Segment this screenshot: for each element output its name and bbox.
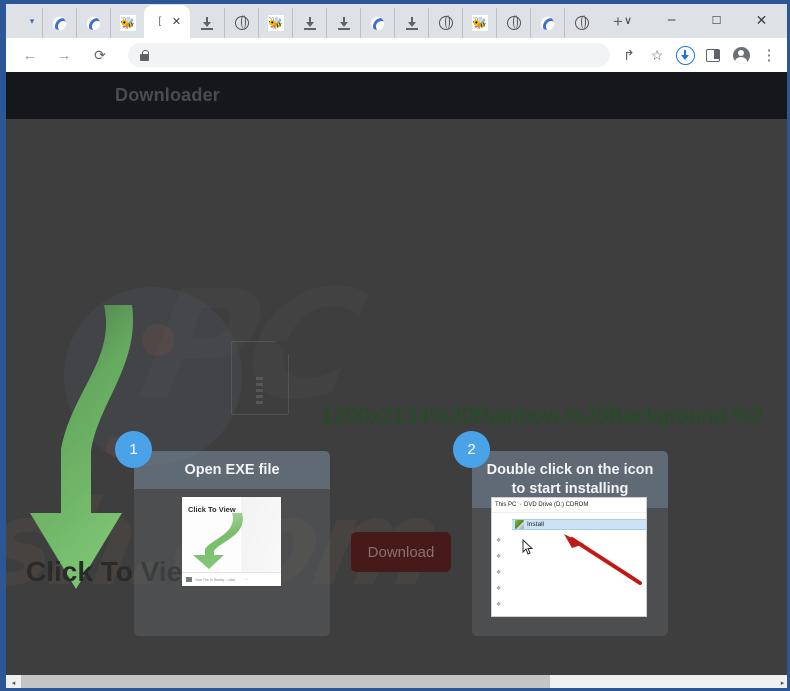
pin-icon: ❖ bbox=[496, 570, 502, 576]
browser-window: ▾ 🐝 [ ✕ 🐝 🐝 + ∨ ─ ☐ ✕ ← → ⟳ ↱ ☆ ⋮ Downlo… bbox=[0, 0, 790, 691]
statusbar-dots: ⋯ bbox=[244, 577, 249, 582]
chrome-icon bbox=[539, 15, 556, 32]
pin-icon: ❖ bbox=[496, 602, 502, 608]
tab-12[interactable] bbox=[428, 8, 462, 38]
close-icon[interactable]: ✕ bbox=[172, 16, 181, 27]
statusbar-text: Your File Is Ready – click bbox=[195, 577, 236, 582]
green-arrow-icon bbox=[193, 513, 243, 569]
step-2-card: Double click on the icon to start instal… bbox=[472, 451, 668, 636]
scrollbar-thumb[interactable] bbox=[21, 675, 550, 688]
step-1-card: Open EXE file Click To View Your File Is… bbox=[134, 451, 330, 636]
maximize-icon[interactable]: ☐ bbox=[694, 4, 739, 36]
browser-menu-icon[interactable]: ⋮ bbox=[756, 42, 782, 68]
tab-11[interactable] bbox=[394, 8, 428, 38]
tab-5[interactable] bbox=[190, 8, 224, 38]
side-panel-icon[interactable] bbox=[700, 42, 726, 68]
breadcrumb-drive: DVD Drive (D:) CDROM bbox=[524, 502, 589, 508]
pin-icon: ❖ bbox=[496, 554, 502, 560]
close-window-icon[interactable]: ✕ bbox=[739, 4, 784, 36]
mouse-cursor-icon bbox=[522, 539, 534, 555]
downloads-icon[interactable] bbox=[672, 42, 698, 68]
minimize-icon[interactable]: ─ bbox=[649, 4, 694, 36]
pin-icon: ❖ bbox=[496, 586, 502, 592]
download-icon bbox=[301, 15, 318, 32]
globe-icon bbox=[573, 15, 590, 32]
bug-icon: 🐝 bbox=[471, 15, 488, 31]
installer-file-icon bbox=[515, 520, 524, 529]
explorer-body: Install ❖ ❖ ❖ ❖ ❖ bbox=[492, 513, 646, 616]
tab-14[interactable] bbox=[496, 8, 530, 38]
explorer-breadcrumb: This PC › DVD Drive (D:) CDROM bbox=[492, 498, 646, 513]
tab-13[interactable]: 🐝 bbox=[462, 8, 496, 38]
page-content: PC sh.com 1200x2134%20Rainbow.%20Ba bbox=[6, 119, 787, 675]
step-2-badge: 2 bbox=[453, 431, 490, 468]
screenshot-statusbar: Your File Is Ready – click ⋯ bbox=[182, 572, 281, 586]
download-icon bbox=[403, 15, 420, 32]
bookmark-star-icon[interactable]: ☆ bbox=[644, 42, 670, 68]
bug-icon: 🐝 bbox=[119, 15, 136, 31]
download-button[interactable]: Download bbox=[351, 532, 451, 572]
pin-icon: ❖ bbox=[496, 538, 502, 544]
breadcrumb-separator-icon: › bbox=[519, 502, 522, 508]
tabs-row: 🐝 [ ✕ 🐝 🐝 bbox=[42, 4, 598, 38]
chrome-icon bbox=[51, 15, 68, 32]
bug-icon: 🐝 bbox=[267, 15, 284, 31]
site-brand: Downloader bbox=[115, 85, 221, 105]
red-arrow-icon bbox=[564, 534, 642, 585]
tab-15[interactable] bbox=[530, 8, 564, 38]
horizontal-scrollbar[interactable]: ◂ ▸ bbox=[6, 675, 787, 688]
window-controls: ∨ ─ ☐ ✕ bbox=[607, 4, 784, 36]
site-header: Downloader bbox=[6, 72, 787, 119]
tab-9[interactable] bbox=[326, 8, 360, 38]
installer-file-name: Install bbox=[527, 521, 544, 528]
explorer-file-row: Install bbox=[512, 519, 646, 530]
download-icon bbox=[199, 15, 216, 32]
chrome-icon bbox=[85, 15, 102, 32]
scroll-right-icon[interactable]: ▸ bbox=[775, 675, 787, 688]
share-icon[interactable]: ↱ bbox=[616, 42, 642, 68]
tab-3[interactable]: 🐝 bbox=[110, 8, 144, 38]
tab-6[interactable] bbox=[224, 8, 258, 38]
reload-icon[interactable]: ⟳ bbox=[86, 41, 114, 69]
tabstrip-padding bbox=[6, 4, 22, 38]
download-icon bbox=[335, 15, 352, 32]
chrome-icon bbox=[369, 15, 386, 32]
breadcrumb-root: This PC bbox=[495, 502, 517, 508]
tab-16[interactable] bbox=[564, 8, 598, 38]
scroll-left-icon[interactable]: ◂ bbox=[6, 675, 21, 688]
background-zip-icon bbox=[256, 377, 263, 407]
blank-page-icon: [ bbox=[158, 15, 162, 27]
tab-10[interactable] bbox=[360, 8, 394, 38]
browser-toolbar: ← → ⟳ ↱ ☆ ⋮ bbox=[6, 38, 787, 72]
tab-1[interactable] bbox=[42, 8, 76, 38]
statusbar-icon bbox=[186, 577, 192, 582]
page-viewport: Downloader PC sh.com bbox=[6, 72, 787, 675]
tab-overflow-icon: ▾ bbox=[29, 15, 35, 26]
step-1-title: Open EXE file bbox=[134, 451, 330, 489]
scrollbar-track[interactable] bbox=[21, 675, 775, 688]
globe-icon bbox=[505, 15, 522, 32]
filename-text: 1200x2134%20Rainbow.%20Background.%2 bbox=[321, 403, 764, 428]
step-2-screenshot: This PC › DVD Drive (D:) CDROM Install ❖… bbox=[491, 497, 647, 617]
globe-icon bbox=[437, 15, 454, 32]
tab-8[interactable] bbox=[292, 8, 326, 38]
tab-4-active[interactable]: [ ✕ bbox=[144, 5, 190, 38]
lock-icon bbox=[140, 49, 149, 61]
profile-avatar[interactable] bbox=[728, 42, 754, 68]
address-bar[interactable] bbox=[128, 43, 610, 67]
tab-2[interactable] bbox=[76, 8, 110, 38]
step-1-badge: 1 bbox=[115, 431, 152, 468]
globe-icon bbox=[233, 15, 250, 32]
back-icon[interactable]: ← bbox=[16, 41, 44, 69]
tab-7[interactable]: 🐝 bbox=[258, 8, 292, 38]
tab-search-icon[interactable]: ∨ bbox=[607, 4, 649, 36]
step-1-screenshot: Click To View Your File Is Ready – click… bbox=[182, 497, 281, 586]
forward-icon[interactable]: → bbox=[50, 41, 78, 69]
